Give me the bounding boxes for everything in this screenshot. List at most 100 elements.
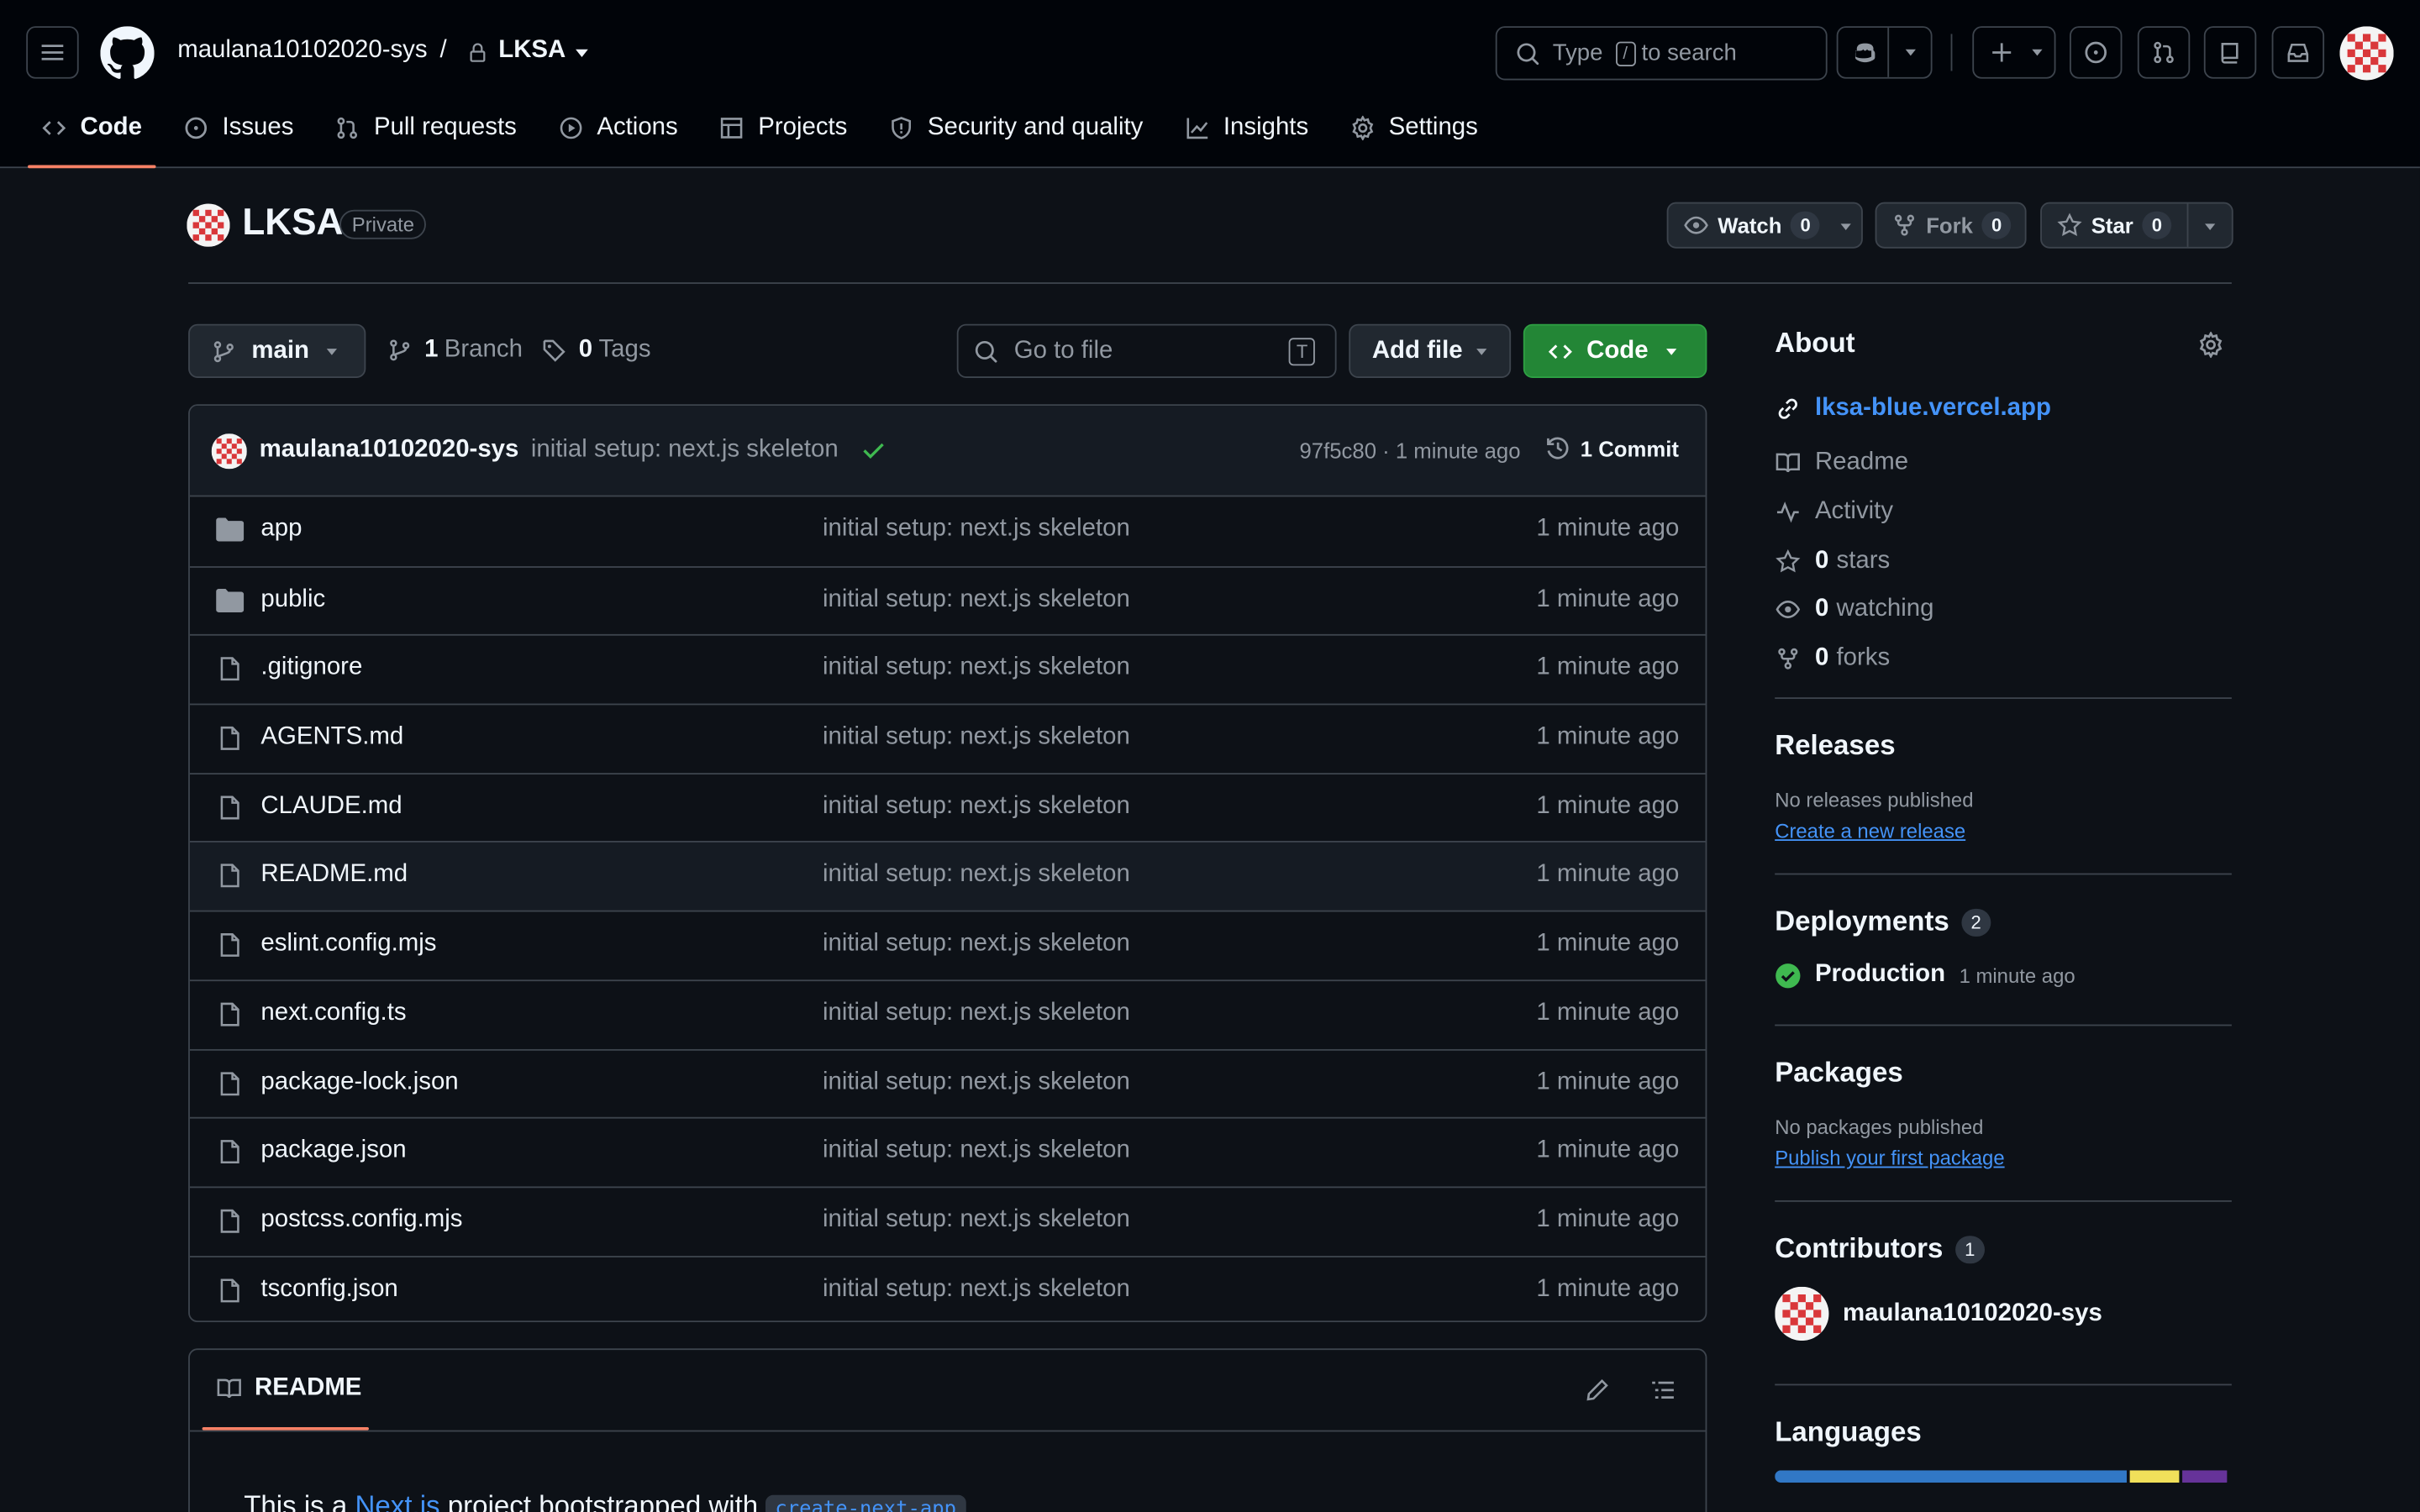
stars-link[interactable]: 0 stars — [1775, 537, 2232, 585]
file-row[interactable]: .gitignore initial setup: next.js skeleto… — [189, 634, 1706, 704]
caret-down-icon[interactable] — [572, 48, 591, 60]
tab-insights[interactable]: Insights — [1171, 99, 1322, 158]
file-name[interactable]: .gitignore — [260, 654, 362, 682]
file-name[interactable]: public — [260, 585, 325, 613]
gear-icon[interactable] — [2197, 331, 2223, 359]
repo-title[interactable]: LKSA — [242, 202, 343, 245]
breadcrumb-repo[interactable]: LKSA — [498, 37, 566, 65]
file-commit-message[interactable]: initial setup: next.js skeleton — [823, 931, 1130, 958]
packages-title[interactable]: Packages — [1775, 1057, 2232, 1089]
website-link[interactable]: lksa-blue.vercel.app — [1775, 384, 2232, 433]
file-commit-message[interactable]: initial setup: next.js skeleton — [823, 1137, 1130, 1165]
forks-link[interactable]: 0 forks — [1775, 634, 2232, 683]
watching-link[interactable]: 0 watching — [1775, 585, 2232, 634]
language-segment[interactable] — [2129, 1470, 2180, 1483]
file-commit-message[interactable]: initial setup: next.js skeleton — [823, 1275, 1130, 1303]
star-button[interactable]: Star 0 — [2040, 202, 2233, 249]
file-row[interactable]: app initial setup: next.js skeleton 1 minu… — [190, 496, 1706, 565]
file-name[interactable]: tsconfig.json — [260, 1275, 397, 1303]
tab-settings[interactable]: Settings — [1336, 99, 1491, 158]
commit-hash-time[interactable]: 97f5c80 · 1 minute ago — [1300, 438, 1521, 463]
commits-link[interactable]: 1 Commit — [1545, 435, 1679, 461]
repo-avatar[interactable] — [187, 203, 230, 247]
contributor-item[interactable]: maulana10102020-sys — [1775, 1286, 2232, 1341]
activity-label: Activity — [1814, 498, 1894, 525]
inbox-button[interactable] — [2271, 26, 2325, 79]
file-row[interactable]: public initial setup: next.js skeleton 1 m… — [189, 565, 1706, 634]
file-commit-message[interactable]: initial setup: next.js skeleton — [823, 862, 1130, 890]
user-avatar[interactable] — [2339, 26, 2394, 81]
file-name[interactable]: next.config.ts — [260, 1000, 406, 1027]
publish-package-link[interactable]: Publish your first package — [1775, 1147, 2232, 1170]
file-row[interactable]: eslint.config.mjs initial setup: next.js … — [189, 910, 1706, 979]
file-name[interactable]: CLAUDE.md — [260, 793, 402, 821]
tab-security[interactable]: Security and quality — [875, 99, 1156, 158]
file-name[interactable]: package.json — [260, 1137, 406, 1165]
file-commit-message[interactable]: initial setup: next.js skeleton — [823, 1206, 1130, 1234]
file-commit-message[interactable]: initial setup: next.js skeleton — [823, 724, 1130, 752]
tab-actions-label: Actions — [597, 113, 678, 141]
commit-author-avatar[interactable] — [211, 433, 247, 470]
create-new-button[interactable] — [1972, 26, 2056, 79]
code-button[interactable]: Code — [1523, 323, 1707, 378]
language-segment[interactable] — [1775, 1470, 2127, 1483]
menu-button[interactable] — [26, 26, 79, 79]
file-row[interactable]: postcss.config.mjs initial setup: next.js… — [189, 1186, 1706, 1255]
readme-tab[interactable]: README — [203, 1374, 376, 1402]
file-commit-message[interactable]: initial setup: next.js skeleton — [823, 515, 1130, 543]
caret-down-icon[interactable] — [2202, 222, 2217, 233]
file-row[interactable]: package-lock.json initial setup: next.js … — [189, 1048, 1706, 1117]
activity-link[interactable]: Activity — [1775, 488, 2232, 537]
copilot-button[interactable] — [1836, 26, 1933, 79]
search-input[interactable]: Type / to search — [1495, 26, 1828, 81]
commit-message[interactable]: initial setup: next.js skeleton — [531, 437, 839, 465]
go-to-file-input[interactable]: Go to file T — [956, 323, 1337, 378]
file-row[interactable]: tsconfig.json initial setup: next.js skel… — [189, 1255, 1706, 1320]
breadcrumb-owner[interactable]: maulana10102020-sys — [177, 37, 427, 65]
github-logo[interactable] — [100, 26, 155, 80]
file-commit-message[interactable]: initial setup: next.js skeleton — [823, 1068, 1130, 1096]
file-commit-message[interactable]: initial setup: next.js skeleton — [823, 585, 1130, 613]
readme-nextjs-link[interactable]: Next.js — [355, 1490, 440, 1512]
create-release-link[interactable]: Create a new release — [1775, 819, 2232, 843]
file-row[interactable]: README.md initial setup: next.js skeleton… — [189, 841, 1706, 911]
file-row[interactable]: next.config.ts initial setup: next.js ske… — [189, 979, 1706, 1048]
contributors-title[interactable]: Contributors — [1775, 1233, 1943, 1266]
file-row[interactable]: AGENTS.md initial setup: next.js skeleton… — [189, 703, 1706, 773]
add-file-button[interactable]: Add file — [1349, 323, 1512, 378]
file-commit-message[interactable]: initial setup: next.js skeleton — [823, 1000, 1130, 1027]
file-name[interactable]: package-lock.json — [260, 1068, 458, 1096]
readme-link[interactable]: Readme — [1775, 439, 2232, 488]
file-name[interactable]: AGENTS.md — [260, 724, 403, 752]
issues-button[interactable] — [2070, 26, 2123, 79]
file-name[interactable]: app — [260, 515, 302, 543]
check-icon[interactable] — [861, 439, 886, 461]
file-row[interactable]: CLAUDE.md initial setup: next.js skeleton… — [189, 772, 1706, 842]
tab-code[interactable]: Code — [28, 99, 156, 169]
tab-projects[interactable]: Projects — [706, 99, 861, 158]
tags-link[interactable]: 0 Tags — [542, 336, 651, 364]
file-commit-message[interactable]: initial setup: next.js skeleton — [823, 654, 1130, 682]
tab-issues[interactable]: Issues — [170, 99, 308, 158]
file-name[interactable]: eslint.config.mjs — [260, 931, 436, 958]
watch-button[interactable]: Watch 0 — [1666, 202, 1863, 249]
file-row[interactable]: package.json initial setup: next.js skele… — [189, 1117, 1706, 1186]
branches-link[interactable]: 1 Branch — [387, 336, 523, 364]
releases-title[interactable]: Releases — [1775, 730, 2232, 763]
list-icon[interactable] — [1649, 1378, 1676, 1402]
file-name[interactable]: postcss.config.mjs — [260, 1206, 462, 1234]
repositories-button[interactable] — [2203, 26, 2257, 79]
deployment-item[interactable]: Production 1 minute ago — [1775, 961, 2232, 989]
file-name[interactable]: README.md — [260, 862, 408, 890]
pencil-icon[interactable] — [1585, 1378, 1609, 1402]
pull-requests-button[interactable] — [2137, 26, 2191, 79]
tab-pull-requests[interactable]: Pull requests — [321, 99, 530, 158]
readme-code[interactable]: create-next-app — [765, 1494, 966, 1512]
fork-button[interactable]: Fork 0 — [1875, 202, 2027, 249]
deployments-title[interactable]: Deployments — [1775, 906, 1949, 938]
file-commit-message[interactable]: initial setup: next.js skeleton — [823, 793, 1130, 821]
branch-select[interactable]: main — [188, 323, 366, 378]
tab-actions[interactable]: Actions — [544, 99, 692, 158]
commit-author[interactable]: maulana10102020-sys — [260, 437, 519, 465]
language-segment[interactable] — [2181, 1470, 2228, 1483]
